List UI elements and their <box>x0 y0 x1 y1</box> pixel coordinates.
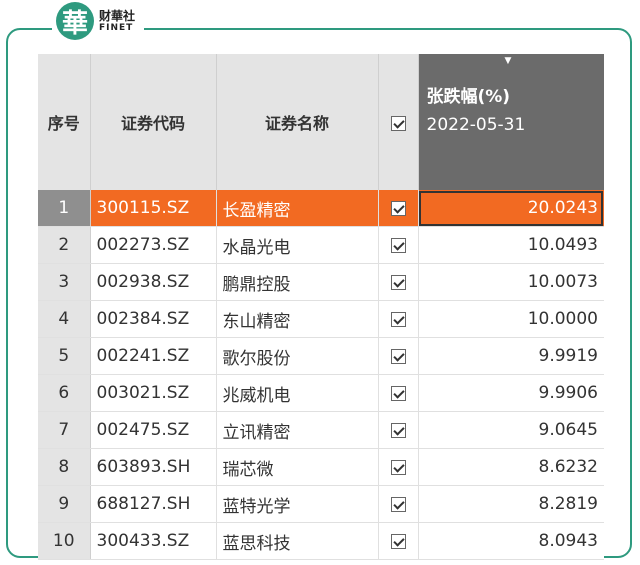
row-checkbox-cell[interactable] <box>378 300 419 338</box>
table-row[interactable]: 6 003021.SZ 兆威机电 9.9906 <box>38 374 604 412</box>
stock-code: 002241.SZ <box>90 337 217 375</box>
table-row[interactable]: 9 688127.SH 蓝特光学 8.2819 <box>38 485 604 523</box>
row-checkbox[interactable] <box>390 459 406 475</box>
stock-code: 002475.SZ <box>90 411 217 449</box>
row-checkbox[interactable] <box>390 237 406 253</box>
change-pct-value: 8.6232 <box>418 448 604 486</box>
stock-name: 蓝思科技 <box>216 522 379 560</box>
row-index: 3 <box>38 263 91 301</box>
stock-code: 002938.SZ <box>90 263 217 301</box>
change-pct-value: 9.0645 <box>418 411 604 449</box>
row-checkbox-cell[interactable] <box>378 522 419 560</box>
row-index: 5 <box>38 337 91 375</box>
sort-arrow-icon: ▼ <box>504 56 512 66</box>
table-row[interactable]: 4 002384.SZ 东山精密 10.0000 <box>38 300 604 338</box>
stock-code: 300433.SZ <box>90 522 217 560</box>
table-header-row: 序号 证券代码 证券名称 ▼ 张跌幅(%) 2022-05-31 <box>38 54 604 190</box>
table-row[interactable]: 3 002938.SZ 鹏鼎控股 10.0073 <box>38 263 604 301</box>
stock-name: 瑞芯微 <box>216 448 379 486</box>
brand-name-cn: 财華社 <box>99 8 136 23</box>
row-checkbox[interactable] <box>390 311 406 327</box>
logo-character: 華 <box>61 8 88 39</box>
header-change-pct[interactable]: ▼ 张跌幅(%) 2022-05-31 <box>418 54 604 190</box>
brand-logo: 華 财華社 FINET <box>52 0 144 42</box>
table-row[interactable]: 1 300115.SZ 长盈精密 20.0243 <box>38 190 604 227</box>
stock-name: 蓝特光学 <box>216 485 379 523</box>
row-checkbox-cell[interactable] <box>378 448 419 486</box>
header-code[interactable]: 证券代码 <box>90 54 217 190</box>
header-index[interactable]: 序号 <box>38 54 91 190</box>
row-checkbox[interactable] <box>390 385 406 401</box>
row-checkbox[interactable] <box>390 496 406 512</box>
stock-code: 603893.SH <box>90 448 217 486</box>
change-pct-value: 8.2819 <box>418 485 604 523</box>
stock-code: 003021.SZ <box>90 374 217 412</box>
select-all-checkbox[interactable] <box>390 115 406 131</box>
stock-code: 300115.SZ <box>90 190 217 227</box>
header-select-all[interactable] <box>378 54 419 190</box>
table-row[interactable]: 10 300433.SZ 蓝思科技 8.0943 <box>38 522 604 560</box>
row-index: 9 <box>38 485 91 523</box>
row-checkbox-cell[interactable] <box>378 374 419 412</box>
row-checkbox[interactable] <box>390 422 406 438</box>
row-index: 8 <box>38 448 91 486</box>
table-row[interactable]: 7 002475.SZ 立讯精密 9.0645 <box>38 411 604 449</box>
change-pct-value: 10.0493 <box>418 226 604 264</box>
change-pct-value: 8.0943 <box>418 522 604 560</box>
table-row[interactable]: 8 603893.SH 瑞芯微 8.6232 <box>38 448 604 486</box>
stock-name: 水晶光电 <box>216 226 379 264</box>
stock-code: 002273.SZ <box>90 226 217 264</box>
change-pct-value: 20.0243 <box>418 190 604 227</box>
stock-name: 歌尔股份 <box>216 337 379 375</box>
row-checkbox-cell[interactable] <box>378 485 419 523</box>
stock-code: 002384.SZ <box>90 300 217 338</box>
row-checkbox[interactable] <box>390 200 406 216</box>
change-pct-value: 10.0073 <box>418 263 604 301</box>
row-index: 1 <box>38 190 91 227</box>
stock-table: 序号 证券代码 证券名称 ▼ 张跌幅(%) 2022-05-31 1 300115… <box>38 54 604 560</box>
change-pct-value: 10.0000 <box>418 300 604 338</box>
change-pct-value: 9.9906 <box>418 374 604 412</box>
header-name[interactable]: 证券名称 <box>216 54 379 190</box>
row-index: 7 <box>38 411 91 449</box>
stock-name: 立讯精密 <box>216 411 379 449</box>
brand-name-en: FINET <box>99 22 134 33</box>
row-checkbox[interactable] <box>390 348 406 364</box>
row-index: 10 <box>38 522 91 560</box>
row-checkbox-cell[interactable] <box>378 411 419 449</box>
stock-name: 长盈精密 <box>216 190 379 227</box>
row-index: 2 <box>38 226 91 264</box>
logo-emblem: 華 <box>56 2 94 40</box>
stock-table-area: 序号 证券代码 证券名称 ▼ 张跌幅(%) 2022-05-31 1 300115… <box>38 54 604 560</box>
stock-name: 鹏鼎控股 <box>216 263 379 301</box>
logo-text: 财華社 FINET <box>99 10 135 33</box>
stock-code: 688127.SH <box>90 485 217 523</box>
row-index: 4 <box>38 300 91 338</box>
stock-name: 东山精密 <box>216 300 379 338</box>
change-pct-value: 9.9919 <box>418 337 604 375</box>
row-checkbox[interactable] <box>390 274 406 290</box>
row-checkbox-cell[interactable] <box>378 337 419 375</box>
change-pct-date: 2022-05-31 <box>426 115 526 135</box>
change-pct-title: 张跌幅(%) <box>426 87 511 107</box>
row-checkbox-cell[interactable] <box>378 226 419 264</box>
row-checkbox-cell[interactable] <box>378 263 419 301</box>
table-row[interactable]: 5 002241.SZ 歌尔股份 9.9919 <box>38 337 604 375</box>
table-row[interactable]: 2 002273.SZ 水晶光电 10.0493 <box>38 226 604 264</box>
row-index: 6 <box>38 374 91 412</box>
stock-name: 兆威机电 <box>216 374 379 412</box>
row-checkbox-cell[interactable] <box>378 190 419 227</box>
row-checkbox[interactable] <box>390 533 406 549</box>
